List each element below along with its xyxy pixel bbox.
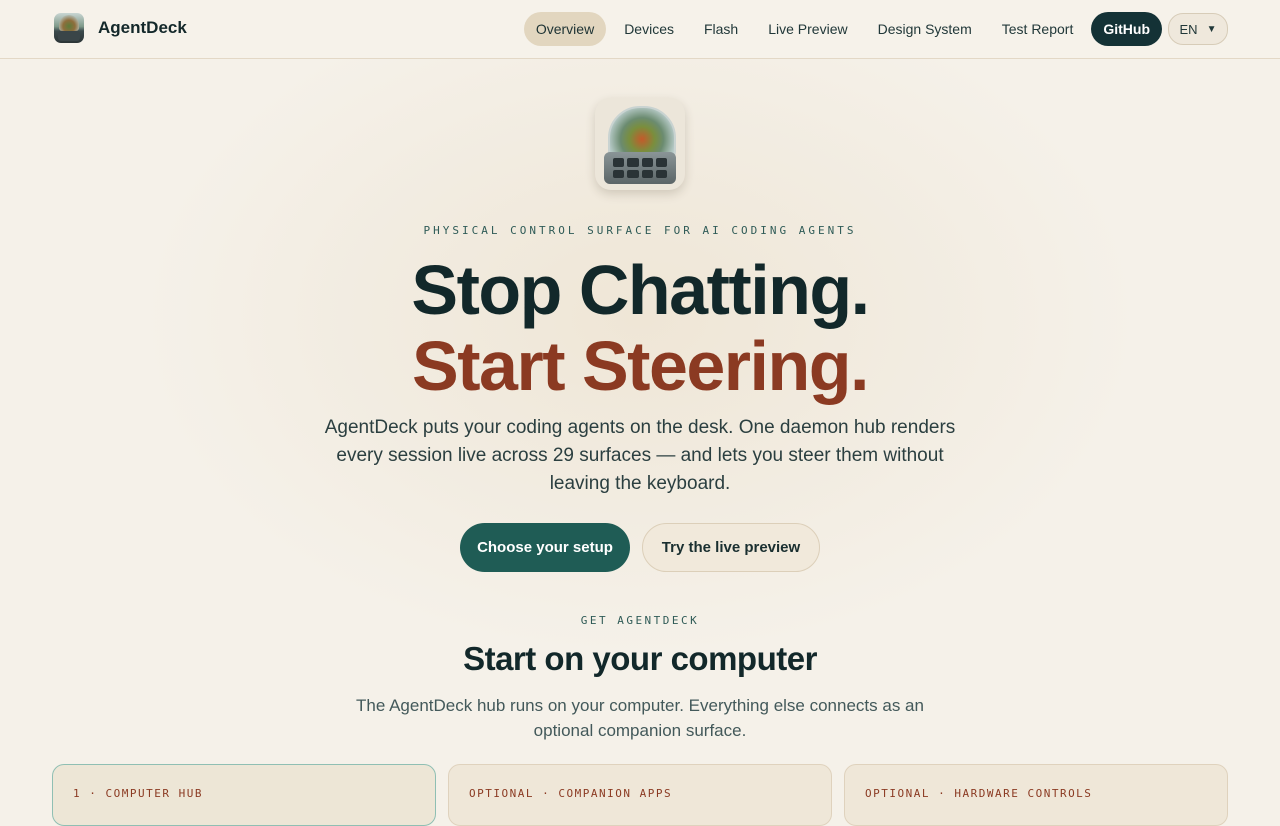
nav-overview[interactable]: Overview [523,12,607,46]
get-eyebrow: GET AGENTDECK [580,614,700,627]
card-hardware-controls[interactable]: OPTIONAL · HARDWARE CONTROLS [844,764,1228,826]
section-title: Start on your computer [463,640,817,677]
nav-test-report[interactable]: Test Report [990,12,1086,46]
card-tag: OPTIONAL · COMPANION APPS [469,787,673,800]
agentdeck-app-icon [595,98,685,190]
card-tag: OPTIONAL · HARDWARE CONTROLS [865,787,1093,800]
nav-flash[interactable]: Flash [692,12,750,46]
agentdeck-logo-icon [54,13,84,43]
card-tag: 1 · COMPUTER HUB [73,787,203,800]
hero-eyebrow: PHYSICAL CONTROL SURFACE FOR AI CODING A… [423,224,857,237]
nav-devices[interactable]: Devices [612,12,686,46]
language-select[interactable]: EN ▼ [1168,13,1228,45]
hero-lead: AgentDeck puts your coding agents on the… [324,417,956,494]
section-lead: The AgentDeck hub runs on your computer.… [356,696,924,740]
nav-live-preview[interactable]: Live Preview [756,12,859,46]
card-companion-apps[interactable]: OPTIONAL · COMPANION APPS [448,764,832,826]
nav-links: Overview Devices Flash Live Preview Desi… [518,12,1228,46]
try-live-preview-button[interactable]: Try the live preview [642,523,820,572]
chevron-down-icon: ▼ [1206,23,1217,35]
card-computer-hub[interactable]: 1 · COMPUTER HUB [52,764,436,826]
headline-line-2: Start Steering. [412,327,869,405]
brand[interactable]: AgentDeck [54,13,187,43]
language-value: EN [1179,21,1198,37]
nav-design-system[interactable]: Design System [866,12,984,46]
brand-name: AgentDeck [98,18,187,37]
github-button[interactable]: GitHub [1091,12,1162,46]
choose-setup-button[interactable]: Choose your setup [460,523,630,572]
headline-line-1: Stop Chatting. [411,251,870,329]
top-navigation: AgentDeck Overview Devices Flash Live Pr… [0,0,1280,59]
